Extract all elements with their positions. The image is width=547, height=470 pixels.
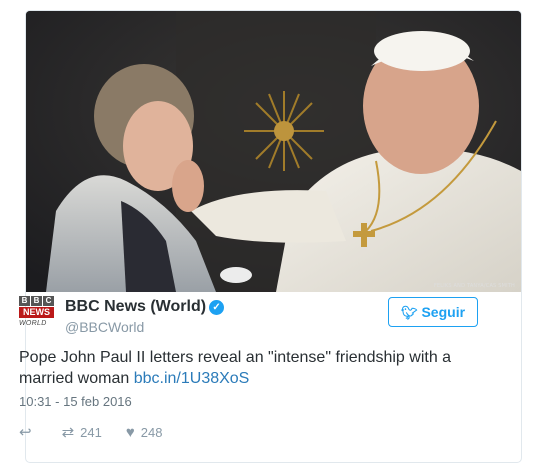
like-count: 248 <box>140 424 163 440</box>
photo-credit: FELIKS AND TANYA/CAS SMITH <box>433 283 515 289</box>
bbc-block-c: C <box>43 296 54 306</box>
tweet-link[interactable]: bbc.in/1U38XoS <box>134 370 250 387</box>
verified-badge-icon: ✓ <box>209 300 225 315</box>
author-name-row[interactable]: BBC News (World) ✓ <box>65 298 225 316</box>
bbc-world-label: WORLD <box>19 320 47 327</box>
bbc-news-label: NEWS <box>19 307 54 318</box>
bbc-world-avatar[interactable]: B B C NEWS WORLD <box>19 296 55 332</box>
twitter-bird-icon: 🐦︎ <box>400 305 418 320</box>
bbc-blocks: B B C <box>19 296 55 306</box>
bbc-block-b1: B <box>19 296 30 306</box>
like-button[interactable]: ♥︎ 248 <box>126 424 163 441</box>
retweet-icon: ⇄ <box>61 424 75 441</box>
retweet-count: 241 <box>80 424 102 440</box>
author-handle[interactable]: @BBCWorld <box>65 319 144 335</box>
reply-button[interactable]: ↩︎ <box>19 423 38 441</box>
reply-icon: ↩︎ <box>19 424 32 441</box>
follow-button[interactable]: 🐦︎ Seguir <box>388 297 478 327</box>
retweet-button[interactable]: ⇄ 241 <box>62 423 102 441</box>
follow-label: Seguir <box>421 304 466 320</box>
bbc-block-b2: B <box>31 296 42 306</box>
tweet-timestamp[interactable]: 10:31 - 15 feb 2016 <box>19 394 132 409</box>
photo-illustration <box>26 11 521 292</box>
heart-icon: ♥︎ <box>125 423 135 441</box>
author-name[interactable]: BBC News (World) <box>65 298 206 315</box>
tweet-photo[interactable]: FELIKS AND TANYA/CAS SMITH <box>26 11 521 292</box>
tweet-text: Pope John Paul II letters reveal an "int… <box>19 347 489 389</box>
tweet-actions: ↩︎ ⇄ 241 ♥︎ 248 <box>19 422 186 442</box>
